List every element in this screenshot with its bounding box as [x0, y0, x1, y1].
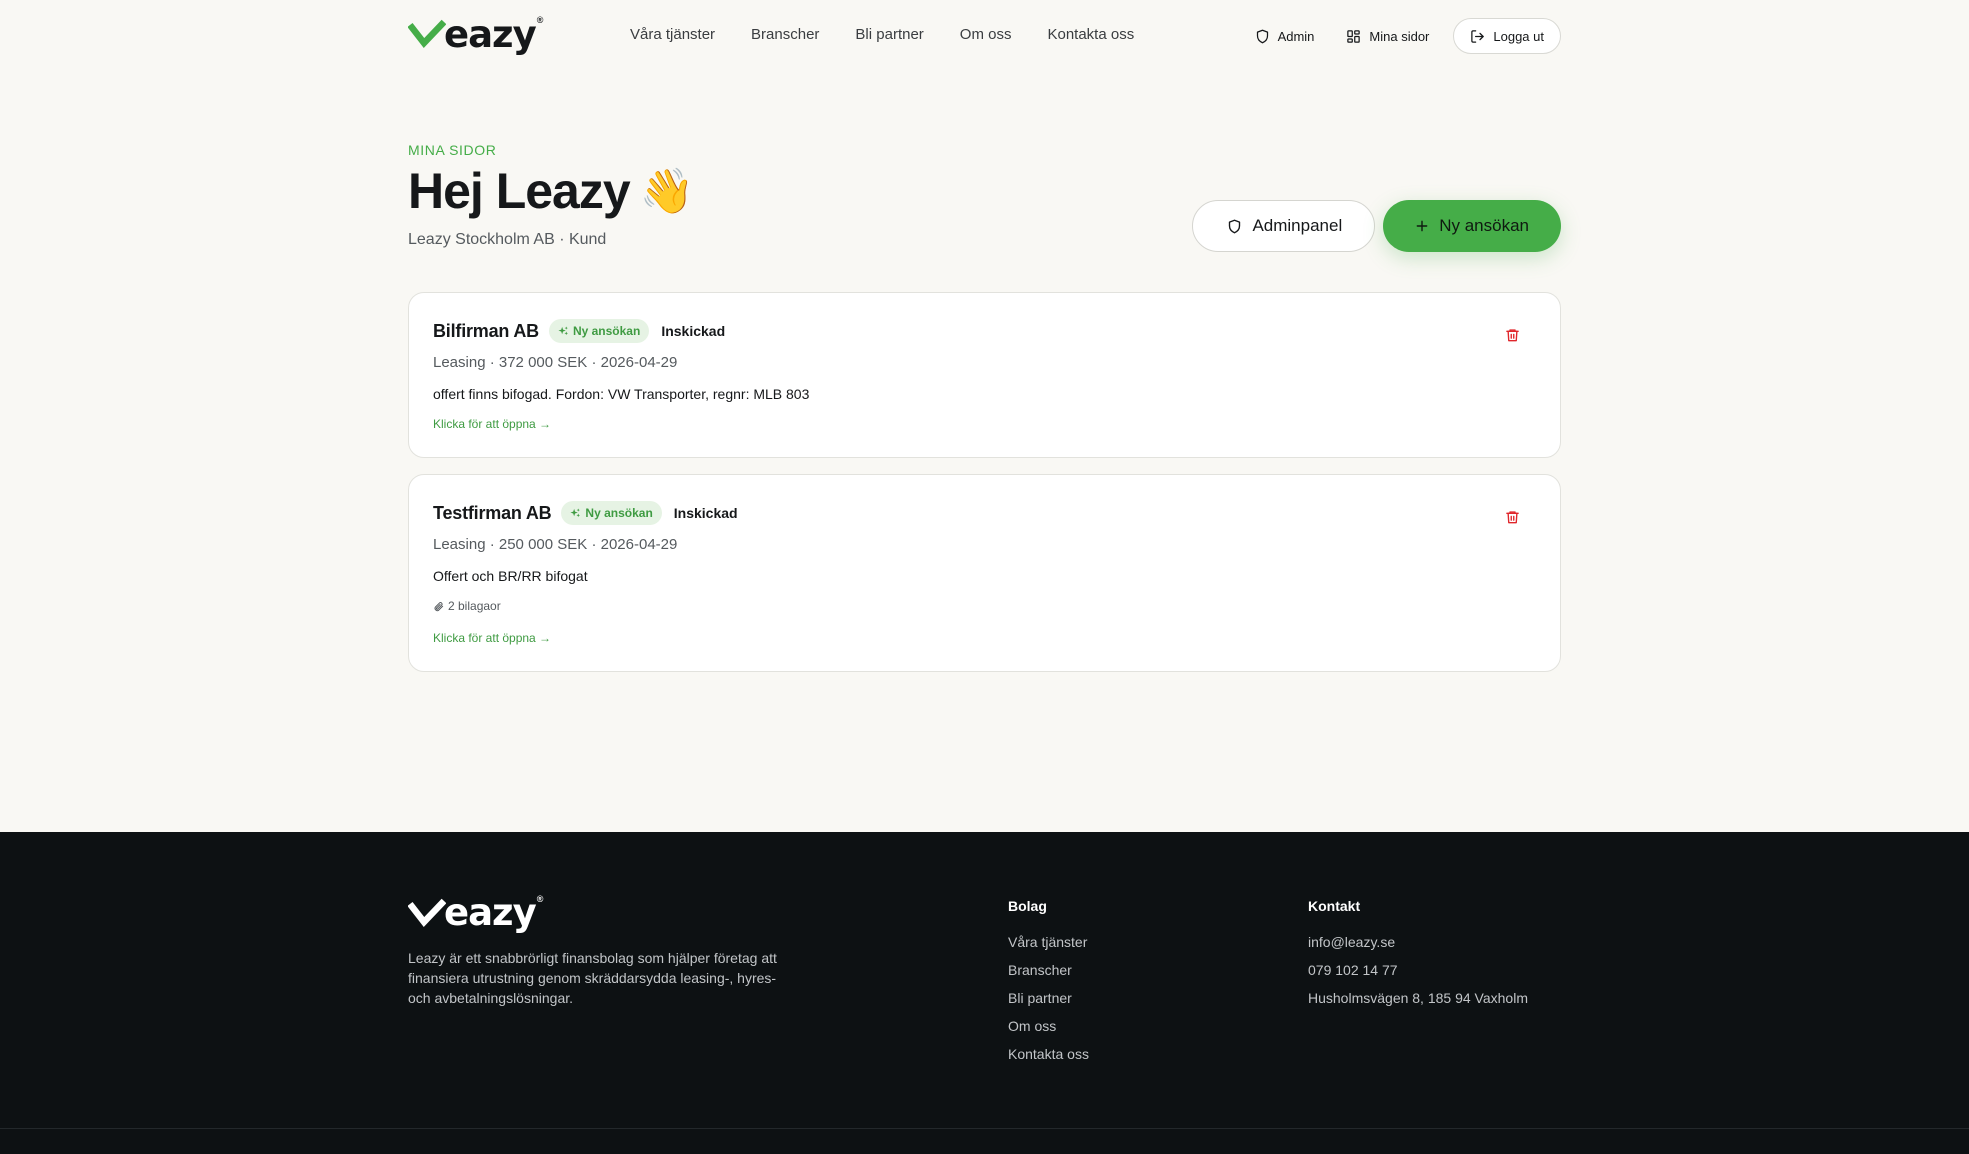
application-card[interactable]: Testfirman AB Ny ansökan Inskickad Leasi…	[408, 474, 1561, 672]
shield-icon	[1256, 29, 1268, 43]
greeting-text: Hej Leazy	[408, 163, 631, 219]
adminpanel-button[interactable]: Adminpanel	[1192, 200, 1376, 252]
check-mark-logo-icon	[408, 898, 446, 927]
adminpanel-label: Adminpanel	[1252, 216, 1343, 235]
delete-button[interactable]	[1505, 327, 1520, 348]
grid-icon	[1347, 29, 1361, 43]
footer-email-link[interactable]: info@leazy.se	[1308, 934, 1395, 950]
sparkle-icon	[570, 507, 581, 517]
application-meta: Leasing · 250 000 SEK · 2026-04-29	[433, 536, 678, 553]
application-card[interactable]: Bilfirman AB Ny ansökan Inskickad Leasin…	[408, 292, 1561, 458]
footer-link-about[interactable]: Om oss	[1008, 1018, 1056, 1034]
footer-address: Husholmsvägen 8, 185 94 Vaxholm	[1308, 990, 1528, 1006]
footer-divider	[0, 1128, 1969, 1129]
logo-text: eazy	[444, 891, 537, 934]
admin-link[interactable]: Admin	[1239, 18, 1331, 54]
header-actions: Admin Mina sidor Logga ut	[1239, 18, 1561, 54]
badge-label: Ny ansökan	[572, 324, 641, 338]
page-subtitle: Leazy Stockholm AB · Kund	[408, 231, 607, 248]
footer-description: Leazy är ett snabbrörligt finansbolag so…	[408, 950, 777, 1006]
footer-logo[interactable]: eazy ®	[408, 894, 543, 931]
open-application-link[interactable]: Klicka för att öppna →	[433, 417, 551, 431]
footer-company-column: Bolag Våra tjänster Branscher Bli partne…	[1008, 898, 1089, 1072]
footer-contact-column: Kontakt info@leazy.se 079 102 14 77 Hush…	[1308, 898, 1528, 1016]
attachments-count: 2 bilagaor	[433, 599, 501, 613]
footer-link-industries[interactable]: Branscher	[1008, 962, 1072, 978]
attachments-label: 2 bilagaor	[448, 599, 501, 613]
footer-company-links: Våra tjänster Branscher Bli partner Om o…	[1008, 932, 1089, 1072]
status-text: Inskickad	[673, 505, 738, 521]
new-application-badge: Ny ansökan	[561, 501, 662, 525]
open-application-link[interactable]: Klicka för att öppna →	[433, 631, 551, 645]
footer-phone-link[interactable]: 079 102 14 77	[1308, 962, 1398, 978]
footer-container: eazy ® Leazy är ett snabbrörligt finansb…	[408, 832, 1561, 1154]
wave-emoji-icon: 👋	[639, 166, 695, 217]
page-eyebrow: MINA SIDOR	[408, 142, 497, 158]
page-title: Hej Leazy 👋	[408, 162, 695, 220]
footer-contact-heading: Kontakt	[1308, 898, 1361, 914]
mina-sidor-link[interactable]: Mina sidor	[1330, 18, 1445, 54]
nav-item-contact[interactable]: Kontakta oss	[1047, 26, 1134, 43]
footer-link-contact[interactable]: Kontakta oss	[1008, 1046, 1089, 1062]
nav-item-services[interactable]: Våra tjänster	[630, 26, 715, 43]
mina-sidor-label: Mina sidor	[1369, 28, 1430, 44]
hero-actions: Adminpanel Ny ansökan	[1192, 200, 1561, 252]
site-header: eazy ® Våra tjänster Branscher Bli partn…	[408, 0, 1561, 72]
logout-label: Logga ut	[1493, 28, 1544, 44]
footer-company-heading: Bolag	[1008, 898, 1047, 914]
application-meta: Leasing · 372 000 SEK · 2026-04-29	[433, 354, 678, 371]
sparkle-icon	[558, 325, 569, 335]
trash-icon	[1506, 329, 1519, 342]
logout-button[interactable]: Logga ut	[1453, 18, 1561, 54]
logout-icon	[1471, 29, 1485, 43]
nav-item-about[interactable]: Om oss	[960, 26, 1012, 43]
paperclip-icon	[434, 601, 444, 611]
nav-item-industries[interactable]: Branscher	[751, 26, 819, 43]
application-description: offert finns bifogad. Fordon: VW Transpo…	[433, 386, 810, 402]
admin-link-label: Admin	[1277, 28, 1315, 44]
trash-icon	[1506, 511, 1519, 524]
shield-icon	[1229, 219, 1241, 233]
plus-icon	[1416, 220, 1428, 232]
new-application-label: Ny ansökan	[1439, 216, 1529, 235]
card-header: Testfirman AB Ny ansökan Inskickad	[433, 501, 738, 525]
new-application-button[interactable]: Ny ansökan	[1383, 200, 1561, 252]
nav-item-partner[interactable]: Bli partner	[855, 26, 923, 43]
site-footer: eazy ® Leazy är ett snabbrörligt finansb…	[0, 832, 1969, 1154]
main-nav: Våra tjänster Branscher Bli partner Om o…	[630, 26, 1134, 43]
logo[interactable]: eazy ®	[408, 14, 543, 54]
logo-text: eazy	[444, 12, 537, 56]
delete-button[interactable]	[1505, 509, 1520, 530]
company-name: Testfirman AB	[433, 502, 552, 523]
footer-contact-list: info@leazy.se 079 102 14 77 Husholmsväge…	[1308, 932, 1528, 1016]
company-name: Bilfirman AB	[433, 320, 539, 341]
application-description: Offert och BR/RR bifogat	[433, 568, 588, 584]
card-header: Bilfirman AB Ny ansökan Inskickad	[433, 319, 725, 343]
new-application-badge: Ny ansökan	[548, 319, 650, 343]
status-text: Inskickad	[661, 323, 726, 339]
registered-mark: ®	[536, 893, 544, 904]
footer-link-services[interactable]: Våra tjänster	[1008, 934, 1087, 950]
footer-link-partner[interactable]: Bli partner	[1008, 990, 1072, 1006]
badge-label: Ny ansökan	[585, 506, 653, 520]
registered-mark: ®	[536, 15, 544, 25]
check-mark-logo-icon	[408, 19, 446, 48]
page-container: eazy ® Våra tjänster Branscher Bli partn…	[408, 0, 1561, 672]
